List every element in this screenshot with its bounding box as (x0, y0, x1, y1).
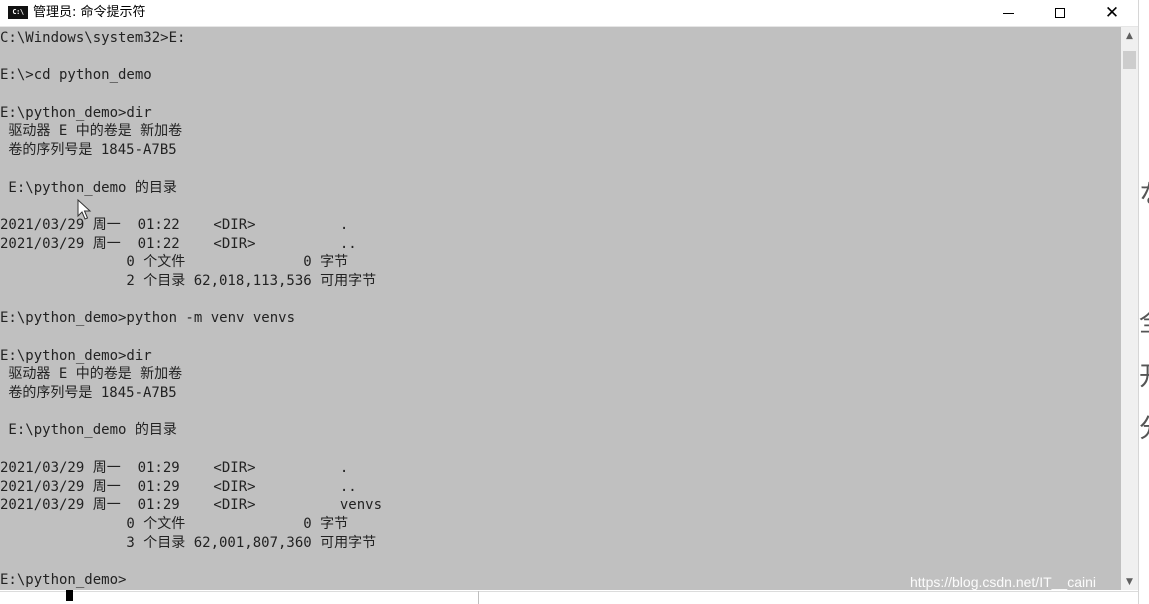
minimize-button[interactable] (985, 0, 1031, 26)
watermark: https://blog.csdn.net/IT__caini (910, 574, 1096, 590)
vertical-scrollbar[interactable]: ▲ ▼ (1121, 27, 1138, 590)
console-line: E:\python_demo>python -m venv venvs (0, 310, 296, 327)
console-line: E:\python_demo> (0, 571, 127, 588)
window-bottom-edge (0, 591, 1138, 592)
console-line: 2021/03/29 周一 01:29 <DIR> venvs (0, 497, 383, 514)
console-line: C:\Windows\system32>E: (0, 30, 186, 46)
chevron-up-icon: ▲ (1126, 30, 1133, 41)
chevron-down-icon: ▼ (1126, 576, 1133, 587)
command-prompt-icon: C:\ (8, 6, 28, 19)
minimize-icon (1002, 12, 1014, 14)
console-line: 3 个目录 62,001,807,360 可用字节 (0, 534, 377, 551)
console-line: 0 个文件 0 字节 (0, 254, 349, 271)
background-glyph: 分 (1139, 414, 1149, 444)
title-bar[interactable]: C:\ 管理员: 命令提示符 ✕ (0, 0, 1138, 27)
console-line: 2021/03/29 周一 01:29 <DIR> . (0, 459, 349, 476)
window-title: 管理员: 命令提示符 (33, 5, 146, 20)
background-page-edge: な 全 开 分 (1138, 0, 1149, 604)
divider-mark (478, 591, 479, 604)
console-text: C:\Windows\system32>E: E:\>cd python_demo… (0, 29, 382, 590)
scroll-thumb[interactable] (1123, 51, 1136, 69)
cmd-window: C:\ 管理员: 命令提示符 ✕ C:\Windows\system32>E: E… (0, 0, 1138, 604)
console-line: E:\python_demo>dir (0, 347, 152, 364)
background-glyph: 全 (1139, 308, 1149, 338)
console-line: 2021/03/29 周一 01:22 <DIR> .. (0, 235, 357, 252)
console-output[interactable]: C:\Windows\system32>E: E:\>cd python_demo… (0, 27, 1121, 590)
scroll-down-button[interactable]: ▼ (1121, 573, 1138, 590)
console-line: E:\python_demo>dir (0, 104, 152, 121)
console-line: 2021/03/29 周一 01:29 <DIR> .. (0, 478, 357, 495)
console-line: E:\>cd python_demo (0, 67, 152, 84)
maximize-icon (1055, 8, 1065, 18)
console-line: 2 个目录 62,018,113,536 可用字节 (0, 272, 377, 289)
console-line: E:\python_demo 的目录 (0, 179, 177, 196)
maximize-button[interactable] (1037, 0, 1083, 26)
text-cursor (66, 590, 73, 601)
console-line: 0 个文件 0 字节 (0, 515, 349, 532)
close-button[interactable]: ✕ (1089, 0, 1135, 26)
background-glyph: 开 (1139, 362, 1149, 392)
console-line: 卷的序列号是 1845-A7B5 (0, 142, 177, 159)
close-icon: ✕ (1104, 2, 1120, 23)
console-line: 驱动器 E 中的卷是 新加卷 (0, 366, 183, 383)
mouse-pointer-icon (77, 199, 92, 220)
scroll-up-button[interactable]: ▲ (1121, 27, 1138, 44)
console-line: E:\python_demo 的目录 (0, 422, 177, 439)
console-line: 驱动器 E 中的卷是 新加卷 (0, 123, 183, 140)
console-line: 2021/03/29 周一 01:22 <DIR> . (0, 216, 349, 233)
console-line: 卷的序列号是 1845-A7B5 (0, 385, 177, 402)
background-glyph: な (1139, 180, 1149, 210)
